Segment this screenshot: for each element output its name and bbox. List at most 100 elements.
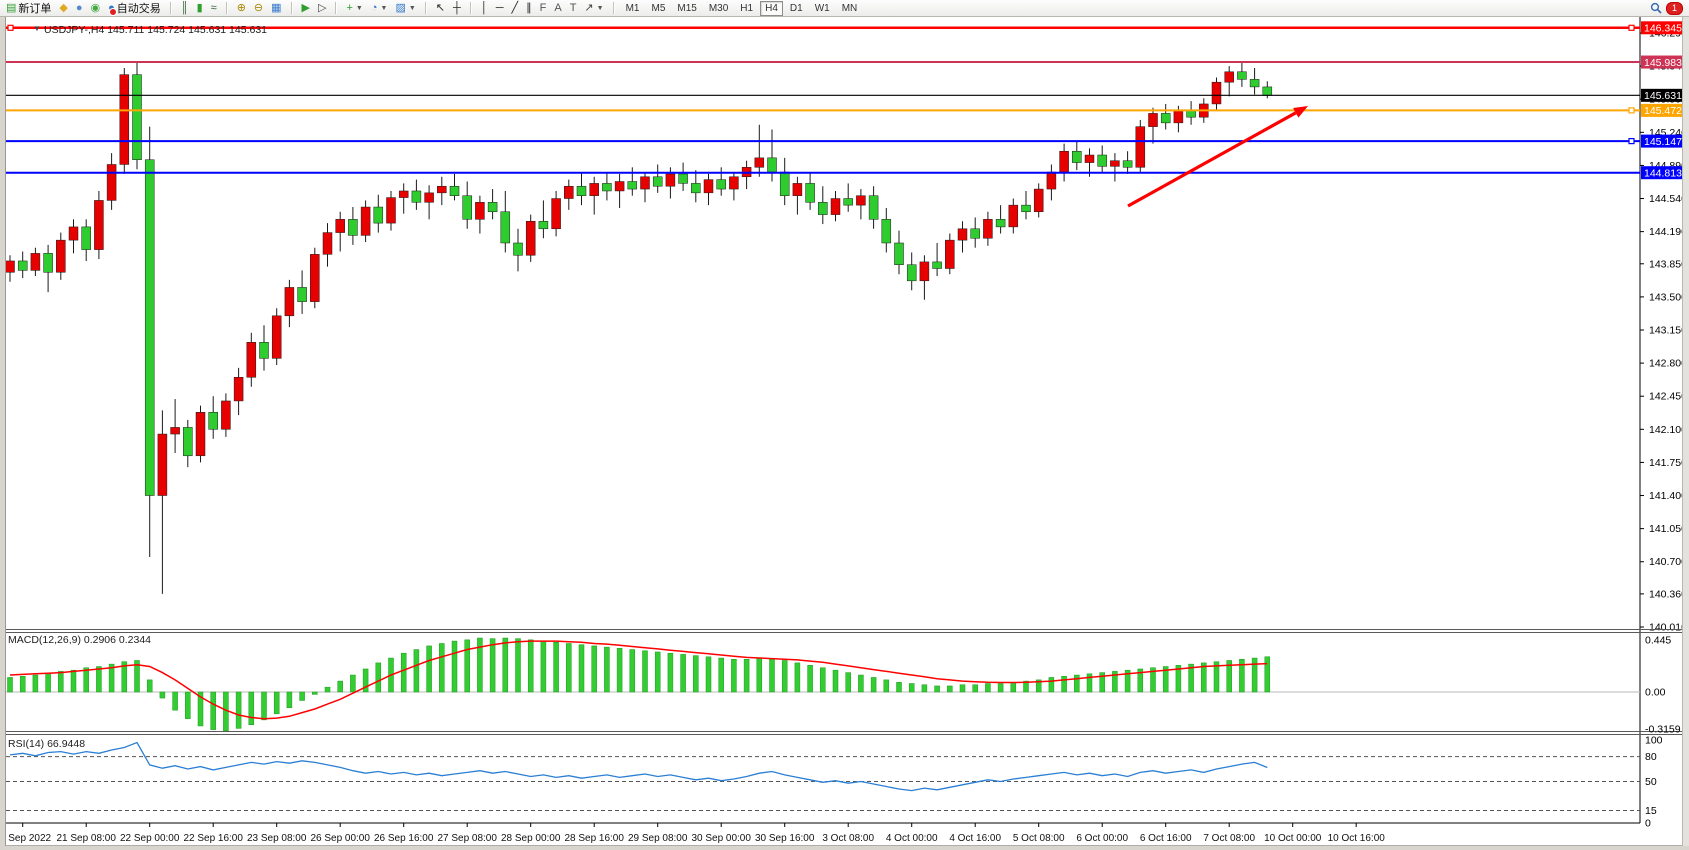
cursor-button[interactable]: ↖ (432, 0, 449, 16)
chart-shift-button[interactable]: ▷ (314, 0, 330, 16)
candle-body (768, 158, 777, 172)
stop-dot-icon (109, 8, 117, 16)
candle-body (56, 240, 65, 272)
line-chart-mode-button[interactable]: ≈ (207, 0, 221, 16)
timeframe-button-h4[interactable]: H4 (760, 1, 783, 16)
macd-bar (236, 692, 241, 728)
macd-bar (1265, 657, 1270, 692)
candle-body (1161, 113, 1170, 122)
macd-bar (503, 638, 508, 692)
time-label: 22 Sep 00:00 (120, 833, 180, 844)
timeframe-button-m15[interactable]: M15 (672, 1, 701, 16)
search-icon[interactable] (1650, 2, 1662, 14)
timeframe-button-mn[interactable]: MN (837, 1, 863, 16)
candle-body (666, 174, 675, 186)
timeframe-button-m1[interactable]: M1 (621, 1, 645, 16)
time-label: 7 Oct 08:00 (1203, 833, 1255, 844)
time-label: 28 Sep 00:00 (501, 833, 561, 844)
zoom-in-icon: ⊕ (237, 1, 246, 15)
time-label: 23 Sep 08:00 (247, 833, 307, 844)
macd-bar (604, 647, 609, 692)
tile-windows-button[interactable]: ▦ (267, 0, 285, 16)
crosshair-icon: ┼ (453, 1, 461, 15)
channel-button[interactable]: ∥ (522, 0, 536, 16)
toolbar-separator (470, 2, 472, 14)
period-button[interactable]: ◔▼ (367, 0, 392, 16)
hline-handle[interactable] (1629, 108, 1634, 113)
globe-icon: ● (108, 1, 115, 15)
candle-body (171, 427, 180, 434)
macd-bar (465, 640, 470, 692)
horizontal-line-button[interactable]: ─ (492, 0, 508, 16)
profile-button[interactable]: ● (72, 0, 87, 16)
new-order-button[interactable]: ▤新订单 (2, 0, 55, 16)
hline-handle[interactable] (1629, 25, 1634, 30)
macd-bar (871, 677, 876, 692)
candle-body (412, 191, 421, 202)
auto-scroll-button[interactable]: ▶ (298, 0, 314, 16)
macd-bar (516, 639, 521, 692)
candle-body (1263, 87, 1272, 96)
macd-bar (985, 684, 990, 692)
macd-bar (579, 645, 584, 692)
vertical-line-icon: │ (481, 1, 488, 15)
arrows-icon: ↗ (584, 1, 593, 15)
notification-badge[interactable]: 1 (1666, 2, 1683, 15)
candle-body (260, 342, 269, 358)
candle-body (602, 183, 611, 191)
label-button[interactable]: T (566, 0, 581, 16)
new-chart-icon: + (346, 1, 352, 15)
macd-bar (744, 659, 749, 692)
chart-menu-caret-icon[interactable]: ▼ (33, 24, 41, 33)
vertical-line-button[interactable]: │ (477, 0, 492, 16)
macd-bar (287, 692, 292, 708)
macd-bar (58, 671, 63, 692)
macd-bar (262, 692, 267, 720)
new-chart-button[interactable]: +▼ (342, 0, 366, 16)
candle-body (298, 287, 307, 301)
macd-bar (452, 641, 457, 692)
arrows-button[interactable]: ↗▼ (580, 0, 607, 16)
macd-bar (998, 684, 1003, 692)
dropdown-caret-icon: ▼ (597, 5, 604, 12)
candle-body (780, 172, 789, 196)
candle-body (323, 233, 332, 255)
auto-trading-button[interactable]: ●自动交易 (104, 0, 165, 16)
timeframe-button-h1[interactable]: H1 (735, 1, 758, 16)
timeframe-button-m5[interactable]: M5 (646, 1, 670, 16)
macd-bar (147, 680, 152, 692)
time-label: 10 Oct 16:00 (1328, 833, 1386, 844)
candle-body (310, 254, 319, 301)
fibonacci-button[interactable]: F (536, 0, 551, 16)
macd-bar (490, 639, 495, 692)
candle-body (82, 227, 91, 250)
timeframe-button-w1[interactable]: W1 (810, 1, 835, 16)
macd-bar (566, 643, 571, 692)
trendline-icon: ╱ (511, 1, 518, 15)
hline-handle[interactable] (1629, 139, 1634, 144)
candle-body (1136, 127, 1145, 168)
timeframe-button-m30[interactable]: M30 (704, 1, 733, 16)
hline-handle[interactable] (8, 25, 13, 30)
zoom-out-button[interactable]: ⊖ (250, 0, 267, 16)
zoom-in-button[interactable]: ⊕ (233, 0, 250, 16)
candle-body (1212, 82, 1221, 104)
trendline-button[interactable]: ╱ (507, 0, 522, 16)
timeframe-button-d1[interactable]: D1 (785, 1, 808, 16)
signals-button[interactable]: ◉ (87, 0, 105, 16)
clock-icon: ◔ (371, 1, 378, 15)
styles-button[interactable]: ◆ (55, 0, 71, 16)
chart-canvas: 146.290145.940145.590145.240144.890144.5… (0, 0, 1689, 850)
macd-bar (427, 646, 432, 692)
candle-body (1187, 111, 1196, 118)
line-chart-icon: ≈ (211, 1, 217, 15)
crosshair-button[interactable]: ┼ (449, 0, 465, 16)
template-button[interactable]: ▨▼ (391, 0, 419, 16)
macd-bar (770, 659, 775, 692)
text-button[interactable]: A (550, 0, 565, 16)
candle-body (501, 212, 510, 243)
candlestick-mode-button[interactable]: ▮ (193, 0, 207, 16)
bar-chart-mode-button[interactable]: ║ (177, 0, 193, 16)
new-order-label: 新订单 (18, 0, 51, 16)
macd-bar (782, 660, 787, 692)
